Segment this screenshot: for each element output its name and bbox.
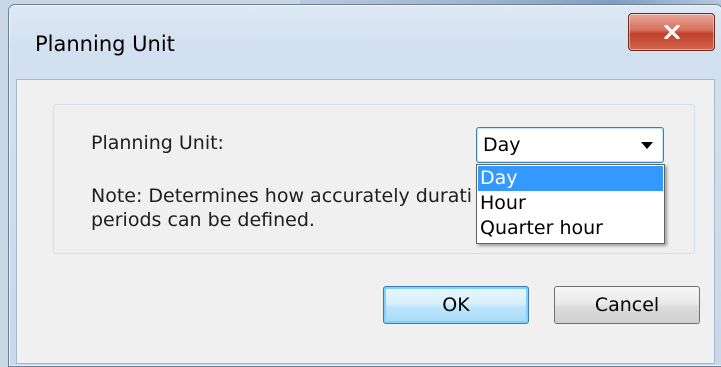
title-bar[interactable]: Planning Unit bbox=[9, 5, 721, 79]
note-line-1: Note: Determines how accurately durati bbox=[91, 185, 473, 207]
select-current-value: Day bbox=[483, 134, 521, 156]
planning-unit-label: Planning Unit: bbox=[91, 132, 224, 154]
planning-unit-select[interactable]: Day bbox=[476, 127, 664, 163]
chevron-down-icon[interactable] bbox=[641, 142, 653, 149]
ok-button[interactable]: OK bbox=[383, 286, 529, 324]
dialog-body: Planning Unit: Note: Determines how accu… bbox=[16, 79, 715, 364]
planning-unit-dialog: Planning Unit Planning Unit: Note: Deter… bbox=[8, 4, 721, 367]
note-line-2: periods can be defined. bbox=[91, 209, 315, 231]
close-icon bbox=[663, 25, 680, 39]
note-text: Note: Determines how accurately durati p… bbox=[91, 184, 489, 232]
option-hour[interactable]: Hour bbox=[478, 191, 663, 216]
close-button[interactable] bbox=[628, 13, 715, 51]
ok-button-label: OK bbox=[442, 294, 470, 316]
cancel-button[interactable]: Cancel bbox=[554, 286, 700, 324]
option-day[interactable]: Day bbox=[478, 166, 663, 191]
option-quarter-hour[interactable]: Quarter hour bbox=[478, 216, 663, 241]
cancel-button-label: Cancel bbox=[594, 294, 660, 316]
planning-unit-dropdown-list: Day Hour Quarter hour bbox=[476, 164, 665, 244]
dialog-title: Planning Unit bbox=[35, 32, 175, 56]
